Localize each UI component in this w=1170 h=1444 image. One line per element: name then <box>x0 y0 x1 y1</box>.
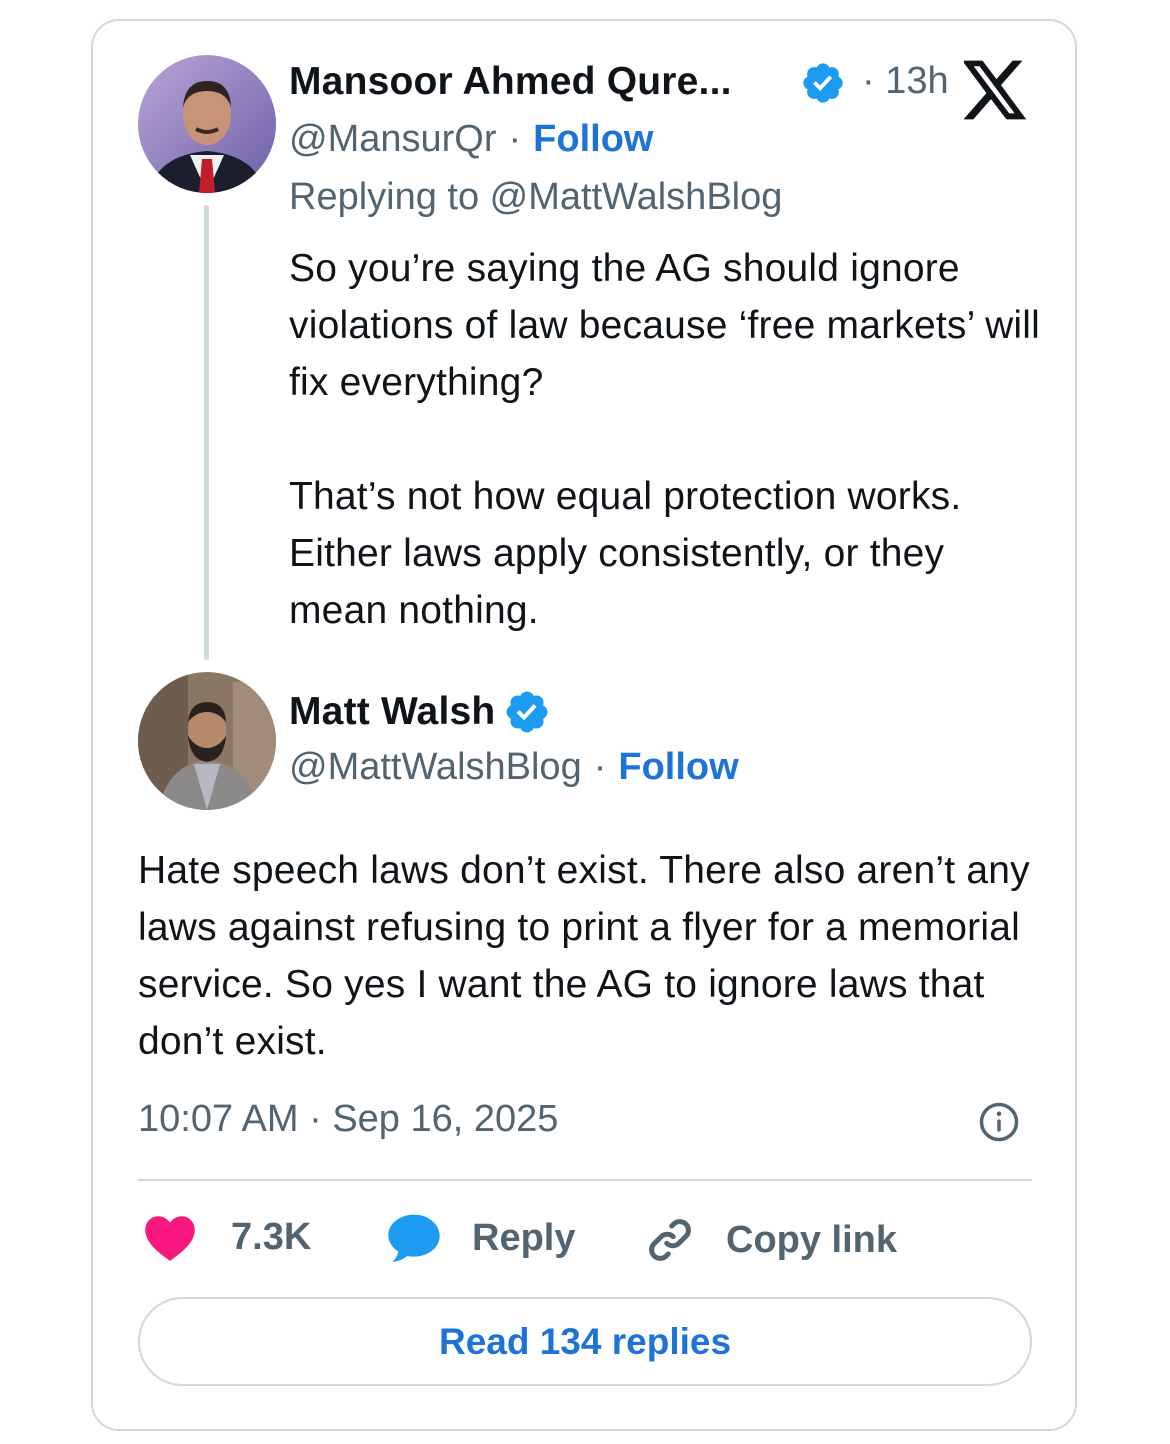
verified-badge-icon <box>800 60 846 111</box>
x-logo-icon[interactable] <box>962 60 1028 125</box>
main-handle[interactable]: @MattWalshBlog <box>289 746 582 789</box>
speech-bubble-icon <box>386 1212 442 1264</box>
separator-dot: · <box>593 746 607 788</box>
main-author-name[interactable]: Matt Walsh <box>289 690 495 734</box>
separator-dot: · <box>508 118 522 160</box>
read-replies-button[interactable]: Read 134 replies <box>138 1297 1032 1386</box>
replying-to-label[interactable]: Replying to @MattWalshBlog <box>289 176 782 219</box>
reply-handle[interactable]: @MansurQr <box>289 118 497 161</box>
divider <box>138 1179 1032 1181</box>
heart-icon <box>143 1212 197 1262</box>
info-icon[interactable] <box>978 1101 1020 1148</box>
reply-time-ago[interactable]: · 13h <box>862 60 949 103</box>
reply-text-paragraph-2: That’s not how equal protection works. E… <box>289 475 962 632</box>
follow-matt-walsh-button[interactable]: Follow <box>618 746 738 789</box>
link-icon <box>642 1214 698 1266</box>
follow-mansoor-button[interactable]: Follow <box>533 118 653 161</box>
like-button[interactable]: 7.3K <box>143 1212 311 1262</box>
reply-text-paragraph-1: So you’re saying the AG should ignore vi… <box>289 247 1041 404</box>
reply-button[interactable]: Reply <box>386 1212 575 1264</box>
reply-handle-row: @MansurQr · Follow <box>289 118 653 161</box>
reply-label: Reply <box>472 1216 576 1259</box>
thread-connector-line <box>204 205 209 660</box>
reply-tweet-text: So you’re saying the AG should ignore vi… <box>289 240 1049 639</box>
tweet-timestamp[interactable]: 10:07 AM · Sep 16, 2025 <box>138 1098 558 1141</box>
main-author-row: Matt Walsh <box>289 688 551 736</box>
reply-author-name[interactable]: Mansoor Ahmed Qure... <box>289 60 732 104</box>
avatar-mansoor[interactable] <box>138 55 276 193</box>
verified-badge-icon <box>503 688 551 736</box>
avatar-matt-walsh[interactable] <box>138 672 276 810</box>
main-tweet-text: Hate speech laws don’t exist. There also… <box>138 849 1030 1063</box>
main-handle-row: @MattWalshBlog · Follow <box>289 746 739 789</box>
copy-link-label: Copy link <box>726 1218 898 1261</box>
like-count: 7.3K <box>231 1215 312 1258</box>
copy-link-button[interactable]: Copy link <box>642 1214 897 1266</box>
